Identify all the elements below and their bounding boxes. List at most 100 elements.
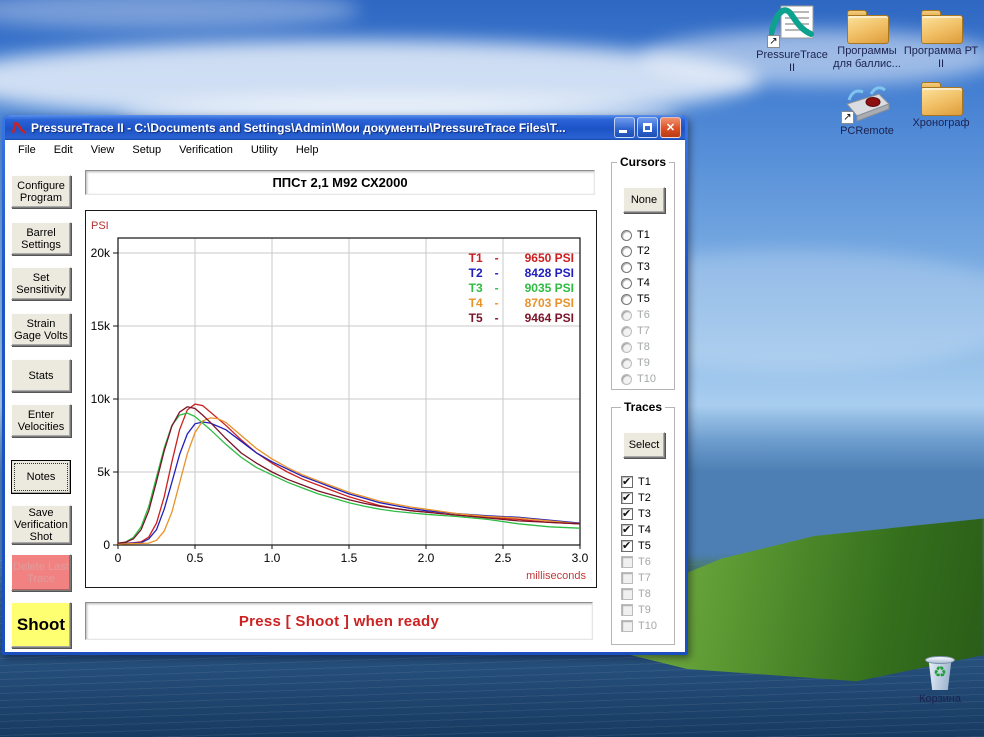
stats-button[interactable]: Stats xyxy=(11,359,71,392)
svg-text:1.5: 1.5 xyxy=(341,551,358,565)
menu-help[interactable]: Help xyxy=(287,142,328,158)
checkbox-icon xyxy=(621,524,633,536)
svg-text:15k: 15k xyxy=(91,319,111,333)
folder-icon xyxy=(921,82,961,114)
cursor-radio-t9: T9 xyxy=(621,355,650,371)
pressuretrace-icon: ↗ xyxy=(769,4,815,46)
menu-view[interactable]: View xyxy=(82,142,124,158)
enter-velocities-button[interactable]: Enter Velocities xyxy=(11,404,71,437)
menu-utility[interactable]: Utility xyxy=(242,142,287,158)
desktop-icon-khronograf[interactable]: Хронограф xyxy=(898,82,984,130)
radio-icon xyxy=(621,358,632,369)
svg-text:0.5: 0.5 xyxy=(187,551,204,565)
svg-text:3.0: 3.0 xyxy=(572,551,589,565)
checkbox-icon xyxy=(621,604,633,616)
cloud xyxy=(0,0,360,30)
menu-verification[interactable]: Verification xyxy=(170,142,242,158)
traces-select-button[interactable]: Select xyxy=(623,432,665,458)
legend-row: T3- 9035 PSI xyxy=(469,281,574,296)
desktop-icon-recycle-bin[interactable]: ♻ Корзина xyxy=(897,656,983,706)
desktop-icon-label: Хронограф xyxy=(898,117,984,130)
legend-row: T4- 8703 PSI xyxy=(469,296,574,311)
trace-checkbox-t9: T9 xyxy=(621,602,651,618)
trace-checkbox-t8: T8 xyxy=(621,586,651,602)
minimize-button[interactable] xyxy=(614,117,635,138)
svg-text:5k: 5k xyxy=(97,465,111,479)
radio-icon xyxy=(621,294,632,305)
desktop: ↗ PressureTrace II Программы для баллис.… xyxy=(0,0,984,737)
desktop-icon-programma-pt-ii[interactable]: Программа РТ II xyxy=(898,10,984,71)
cursor-radio-t6: T6 xyxy=(621,307,650,323)
maximize-button[interactable] xyxy=(637,117,658,138)
strain-gage-volts-button[interactable]: Strain Gage Volts xyxy=(11,313,71,346)
shortcut-arrow-icon: ↗ xyxy=(841,111,854,124)
svg-text:20k: 20k xyxy=(91,246,111,260)
window-body: File Edit View Setup Verification Utilit… xyxy=(5,140,685,652)
menu-edit[interactable]: Edit xyxy=(45,142,82,158)
trace-checkbox-t6: T6 xyxy=(621,554,651,570)
trace-checkbox-t10: T10 xyxy=(621,618,657,634)
status-message: Press [ Shoot ] when ready xyxy=(239,613,439,630)
desktop-icon-label: Корзина xyxy=(897,693,983,706)
desktop-icon-label: PressureTrace II xyxy=(749,49,835,75)
status-bar: Press [ Shoot ] when ready xyxy=(85,602,593,640)
cursor-radio-t5[interactable]: T5 xyxy=(621,291,650,307)
checkbox-icon xyxy=(621,572,633,584)
radio-icon xyxy=(621,278,632,289)
checkbox-icon xyxy=(621,508,633,520)
cursor-radio-t7: T7 xyxy=(621,323,650,339)
save-verification-shot-button[interactable]: Save Verification Shot xyxy=(11,505,71,544)
legend-row: T1- 9650 PSI xyxy=(469,251,574,266)
cursors-panel-title: Cursors xyxy=(617,155,669,169)
trace-checkbox-t2[interactable]: T2 xyxy=(621,490,651,506)
menu-bar: File Edit View Setup Verification Utilit… xyxy=(5,140,685,160)
cursor-radio-t1[interactable]: T1 xyxy=(621,227,650,243)
pcremote-icon: ↗ xyxy=(843,82,891,122)
radio-icon xyxy=(621,342,632,353)
cursors-panel: Cursors None T1 T2 T3 T4 T5 T6 T7 T8 T9 … xyxy=(611,162,675,390)
desktop-icon-pressuretrace[interactable]: ↗ PressureTrace II xyxy=(749,4,835,75)
checkbox-icon xyxy=(621,476,633,488)
app-icon xyxy=(11,120,27,136)
barrel-settings-button[interactable]: Barrel Settings xyxy=(11,222,71,255)
radio-icon xyxy=(621,230,632,241)
folder-icon xyxy=(847,10,887,42)
traces-panel: Traces Select T1 T2 T3 T4 T5 T6 T7 T8 T9… xyxy=(611,407,675,645)
cursor-radio-t4[interactable]: T4 xyxy=(621,275,650,291)
trace-checkbox-t7: T7 xyxy=(621,570,651,586)
trace-checkbox-t5[interactable]: T5 xyxy=(621,538,651,554)
shot-title-field[interactable]: ППСт 2,1 М92 СХ2000 xyxy=(85,170,595,195)
configure-program-button[interactable]: Configure Program xyxy=(11,175,71,208)
svg-text:0: 0 xyxy=(115,551,122,565)
trace-checkbox-t4[interactable]: T4 xyxy=(621,522,651,538)
delete-last-trace-button: Delete Last Trace xyxy=(11,554,71,591)
cursors-none-button[interactable]: None xyxy=(623,187,665,213)
trace-checkbox-t3[interactable]: T3 xyxy=(621,506,651,522)
shortcut-arrow-icon: ↗ xyxy=(767,35,780,48)
close-button[interactable]: ✕ xyxy=(660,117,681,138)
menu-setup[interactable]: Setup xyxy=(123,142,170,158)
cursor-radio-t10: T10 xyxy=(621,371,656,387)
chart-legend: T1- 9650 PSIT2- 8428 PSIT3- 9035 PSIT4- … xyxy=(469,251,574,326)
x-axis-label: milliseconds xyxy=(526,570,586,582)
checkbox-icon xyxy=(621,556,633,568)
cloud xyxy=(0,40,760,120)
window-title: PressureTrace II - C:\Documents and Sett… xyxy=(31,121,614,135)
recycle-bin-icon: ♻ xyxy=(925,656,955,690)
svg-text:2.5: 2.5 xyxy=(495,551,512,565)
set-sensitivity-button[interactable]: Set Sensitivity xyxy=(11,267,71,300)
svg-text:10k: 10k xyxy=(91,392,111,406)
legend-row: T5- 9464 PSI xyxy=(469,311,574,326)
folder-icon xyxy=(921,10,961,42)
window-titlebar[interactable]: PressureTrace II - C:\Documents and Sett… xyxy=(5,115,685,140)
menu-file[interactable]: File xyxy=(9,142,45,158)
cursor-radio-t3[interactable]: T3 xyxy=(621,259,650,275)
radio-icon xyxy=(621,374,632,385)
radio-icon xyxy=(621,262,632,273)
legend-row: T2- 8428 PSI xyxy=(469,266,574,281)
shoot-button[interactable]: Shoot xyxy=(11,602,71,648)
notes-button[interactable]: Notes xyxy=(11,460,71,494)
cursor-radio-t2[interactable]: T2 xyxy=(621,243,650,259)
radio-icon xyxy=(621,246,632,257)
trace-checkbox-t1[interactable]: T1 xyxy=(621,474,651,490)
